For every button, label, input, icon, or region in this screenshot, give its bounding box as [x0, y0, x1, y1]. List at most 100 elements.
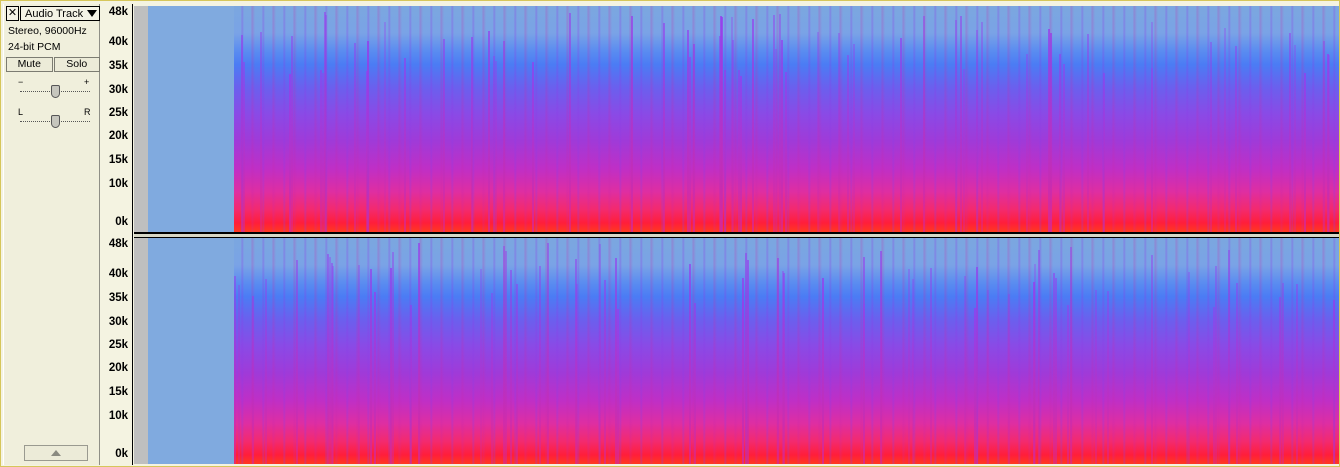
spectral-spike: [1304, 73, 1306, 232]
track-title-row: ✕ Audio Track: [6, 6, 100, 22]
spectral-spike: [324, 11, 326, 232]
pan-slider[interactable]: [18, 114, 92, 130]
spectral-spike: [241, 34, 243, 232]
spectral-spike: [1210, 42, 1212, 232]
ruler-tick: 10k: [108, 410, 128, 422]
spectral-spike: [955, 19, 957, 232]
mute-button[interactable]: Mute: [6, 57, 53, 72]
spectral-spike: [576, 284, 578, 464]
close-icon[interactable]: ✕: [6, 6, 19, 21]
chevron-up-icon: [51, 450, 61, 456]
spectral-spike: [1026, 53, 1028, 232]
audio-track-window: ✕ Audio Track Stereo, 96000Hz 24-bit PCM…: [0, 0, 1340, 467]
frequency-ruler: 48k 40k 35k 30k 25k 20k 15k 10k 0k 48k 40k 35k 30k 25…: [101, 4, 133, 465]
spectral-spike: [847, 54, 849, 232]
spectral-spike: [1289, 32, 1291, 232]
spectral-spike: [1095, 289, 1097, 464]
track-format-bits: 24-bit PCM: [8, 41, 61, 53]
ruler-tick: 40k: [108, 268, 128, 280]
spectral-spike: [495, 60, 497, 232]
spectral-spike: [822, 278, 824, 464]
spectral-spike: [539, 266, 541, 464]
spectral-spike: [503, 245, 505, 464]
ruler-tick: 35k: [108, 292, 128, 304]
spectral-spike: [1055, 278, 1057, 464]
spectral-spike: [930, 267, 932, 464]
spectral-spike: [1050, 33, 1052, 232]
spectral-spike: [443, 38, 445, 232]
ruler-tick: 40k: [108, 36, 128, 48]
spectral-spike: [838, 32, 840, 232]
spectral-spike: [783, 272, 785, 464]
spectral-spike: [252, 295, 254, 464]
spectral-spike: [505, 250, 507, 464]
collapse-track-button[interactable]: [24, 445, 88, 461]
spectrogram-channel-left[interactable]: [134, 6, 1339, 232]
spectral-spike: [1087, 34, 1089, 232]
spectral-spike: [1107, 290, 1109, 464]
spectral-spike: [1235, 46, 1237, 232]
spectral-spike: [418, 242, 420, 464]
spectral-spike: [392, 252, 394, 464]
spectral-spike: [1188, 272, 1190, 464]
spectral-spike: [1328, 55, 1330, 232]
ruler-tick: 25k: [108, 339, 128, 351]
spectral-spike: [663, 22, 665, 232]
spectral-spike: [817, 31, 819, 232]
gain-slider-thumb[interactable]: [50, 85, 60, 98]
spectral-spike: [1294, 45, 1296, 232]
spectral-spike: [1103, 72, 1105, 232]
spectral-spike: [731, 16, 733, 232]
spectral-spike: [719, 36, 721, 232]
spectral-spike: [615, 258, 617, 464]
spectral-spike: [291, 35, 293, 232]
spectral-spike: [880, 251, 882, 464]
ruler-tick: 35k: [108, 60, 128, 72]
spectral-spike: [777, 258, 779, 464]
spectral-spike: [853, 43, 855, 232]
spectral-spike: [1008, 294, 1010, 464]
spectral-spike: [331, 263, 333, 464]
spectral-spike: [900, 37, 902, 232]
spectrogram-channel-right[interactable]: [134, 238, 1339, 464]
spectral-spike: [721, 16, 723, 232]
spectral-spike: [782, 270, 784, 464]
silence-region: [148, 6, 234, 232]
spectral-spike: [752, 19, 754, 232]
spectral-spike: [617, 308, 619, 464]
ruler-tick: 10k: [108, 178, 128, 190]
spectral-spike: [1151, 67, 1153, 232]
spectral-spike: [1279, 296, 1281, 464]
spectral-spike: [781, 40, 783, 232]
spectral-spike: [332, 266, 334, 464]
solo-button[interactable]: Solo: [53, 57, 100, 72]
spectral-spike: [604, 280, 606, 464]
spectral-spike: [238, 284, 240, 464]
spectral-spike: [631, 15, 633, 232]
pre-roll-area: [134, 238, 148, 464]
spectral-spike: [329, 256, 331, 464]
spectral-spike: [1215, 265, 1217, 464]
spectral-spike: [960, 15, 962, 232]
track-name-menu[interactable]: Audio Track: [20, 6, 100, 21]
ruler-tick: 20k: [108, 130, 128, 142]
spectral-spike: [320, 70, 322, 232]
spectral-spike: [471, 37, 473, 232]
spectral-spike: [1296, 283, 1298, 464]
spectral-spike: [1151, 21, 1153, 232]
spectral-spike: [410, 304, 412, 464]
ruler-tick: 0k: [115, 448, 128, 460]
spectral-spike: [974, 307, 976, 464]
spectral-spike: [575, 258, 577, 464]
spectral-spike: [1033, 282, 1035, 464]
spectral-spike: [325, 15, 327, 232]
spectral-spike: [964, 275, 966, 464]
gain-slider[interactable]: [18, 84, 92, 100]
spectral-spike: [785, 71, 787, 232]
spectral-spike: [547, 242, 549, 464]
spectral-spike: [488, 30, 490, 232]
spectral-spike: [289, 74, 291, 232]
pan-slider-thumb[interactable]: [50, 115, 60, 128]
spectral-spike: [1282, 282, 1284, 464]
spectral-spike: [510, 269, 512, 464]
